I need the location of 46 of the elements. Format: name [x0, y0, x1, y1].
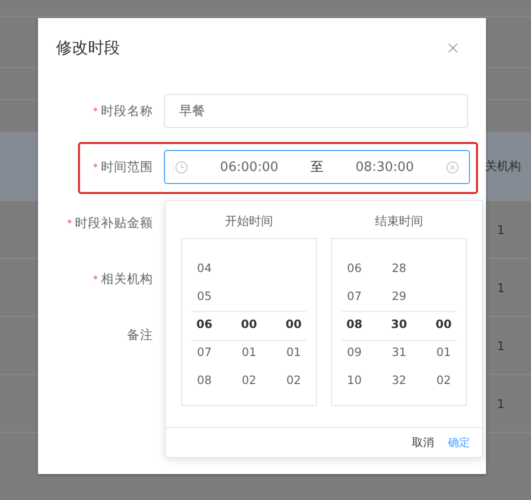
- time-option[interactable]: 02: [436, 366, 451, 394]
- panel-title: 开始时间: [225, 213, 273, 230]
- range-separator: 至: [310, 159, 324, 176]
- time-option[interactable]: 05: [197, 282, 212, 310]
- selected-time-option[interactable]: 30: [391, 310, 408, 338]
- name-input-field[interactable]: 早餐: [164, 94, 468, 128]
- time-option[interactable]: 01: [242, 338, 256, 366]
- time-range-field[interactable]: 06:00:00 至 08:30:00: [164, 150, 470, 184]
- time-option[interactable]: 31: [392, 338, 406, 366]
- table-cell-text: 1: [496, 280, 506, 294]
- table-cell-text: 1: [496, 338, 506, 352]
- selected-time-option[interactable]: 08: [346, 310, 362, 338]
- time-option[interactable]: 01: [286, 338, 301, 366]
- start-time: 06:00:00: [220, 160, 278, 174]
- time-option[interactable]: 08: [197, 366, 212, 394]
- time-option[interactable]: 07: [347, 282, 362, 310]
- field-label: 时段名称: [101, 102, 153, 120]
- close-icon[interactable]: [448, 43, 458, 53]
- time-option[interactable]: 06: [347, 254, 362, 282]
- field-label: 时间范围: [101, 158, 153, 176]
- end-time: 08:30:00: [356, 160, 414, 174]
- clear-icon[interactable]: [446, 160, 459, 174]
- time-option[interactable]: 28: [392, 254, 406, 282]
- clock-icon: [175, 160, 188, 174]
- time-option[interactable]: 10: [347, 366, 362, 394]
- selected-time-option[interactable]: 00: [286, 310, 302, 338]
- field-label: 备注: [127, 326, 153, 344]
- time-option[interactable]: 01: [436, 338, 451, 366]
- dialog-title: 修改时段: [56, 38, 120, 58]
- column-header: 关机构: [484, 158, 522, 175]
- time-option[interactable]: 02: [286, 366, 301, 394]
- time-option[interactable]: 32: [392, 366, 406, 394]
- table-cell-text: 1: [496, 396, 506, 410]
- cancel-button[interactable]: 取消: [408, 432, 438, 453]
- time-option[interactable]: 04: [197, 254, 212, 282]
- field-label: 相关机构: [101, 270, 153, 288]
- selected-time-option[interactable]: 00: [436, 310, 452, 338]
- field-label: 时段补贴金额: [75, 214, 153, 232]
- time-option[interactable]: 07: [197, 338, 212, 366]
- panel-title: 结束时间: [375, 213, 423, 230]
- time-option[interactable]: 29: [392, 282, 406, 310]
- time-option[interactable]: 09: [347, 338, 362, 366]
- time-option[interactable]: 02: [242, 366, 256, 394]
- selected-time-option[interactable]: 00: [241, 310, 258, 338]
- table-cell-text: 1: [496, 222, 506, 236]
- selected-time-option[interactable]: 06: [196, 310, 212, 338]
